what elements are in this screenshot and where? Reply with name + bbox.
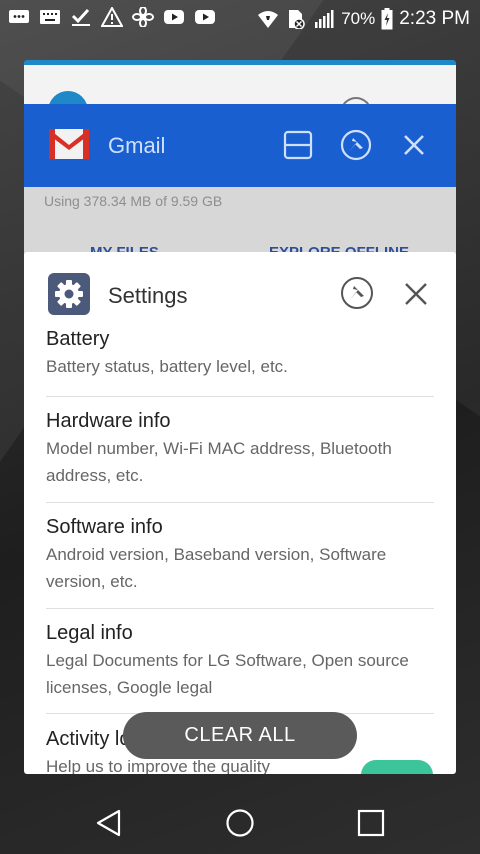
message-icon (9, 10, 29, 23)
status-bar: 70% 2:23 PM (0, 0, 480, 36)
divider (46, 396, 434, 397)
check-icon (71, 8, 90, 26)
back-icon[interactable] (94, 808, 124, 838)
close-icon[interactable] (402, 280, 430, 308)
list-item-subtitle: Legal Documents for LG Software, Open so… (46, 651, 409, 697)
list-item-title: Software info (46, 516, 163, 538)
list-item-hardware-info[interactable]: Hardware info Model number, Wi-Fi MAC ad… (46, 410, 434, 489)
settings-card-header: Settings (24, 252, 456, 332)
gmail-card-title: Gmail (108, 133, 166, 158)
navigation-bar (0, 790, 480, 854)
list-item-software-info[interactable]: Software info Android version, Baseband … (46, 516, 434, 595)
list-item-title: Hardware info (46, 410, 171, 432)
divider (46, 502, 434, 503)
youtube-icon (195, 10, 215, 24)
clear-all-button[interactable]: CLEAR ALL (123, 712, 357, 759)
warning-icon (101, 7, 123, 27)
settings-card-title: Settings (108, 283, 188, 308)
list-item-subtitle: Android version, Baseband version, Softw… (46, 545, 387, 591)
gear-icon (55, 280, 83, 308)
recent-app-card-gmail[interactable]: Gmail Using 378.34 MB of 9.59 GB MY FILE… (24, 104, 456, 274)
gmail-card-header: Gmail (24, 104, 456, 187)
recents-icon[interactable] (356, 808, 386, 838)
close-icon[interactable] (398, 129, 430, 161)
divider (46, 608, 434, 609)
settings-app-icon (48, 273, 90, 315)
pin-icon[interactable] (340, 129, 372, 161)
clock: 2:23 PM (399, 8, 470, 29)
signal-icon (315, 10, 334, 28)
gmail-logo-icon (49, 129, 89, 159)
pin-icon[interactable] (340, 276, 374, 310)
list-item-subtitle: Model number, Wi-Fi MAC address, Bluetoo… (46, 439, 392, 485)
list-item-battery[interactable]: Battery Battery status, battery level, e… (46, 328, 434, 380)
list-item-subtitle: Battery status, battery level, etc. (46, 357, 288, 376)
home-icon[interactable] (225, 808, 255, 838)
list-item-legal-info[interactable]: Legal info Legal Documents for LG Softwa… (46, 622, 434, 701)
keyboard-icon (40, 10, 60, 24)
activity-logs-toggle[interactable] (361, 760, 433, 774)
battery-percent: 70% (341, 9, 376, 28)
recent-app-card-settings[interactable]: Settings Battery Battery status, battery… (24, 252, 456, 774)
split-screen-icon[interactable] (282, 129, 314, 161)
wifi-icon (258, 11, 279, 28)
youtube-icon (164, 10, 184, 24)
list-item-title: Legal info (46, 622, 133, 644)
list-item-title: Battery (46, 328, 110, 350)
storage-usage-text: Using 378.34 MB of 9.59 GB (44, 193, 223, 209)
fan-icon (132, 7, 154, 27)
no-sim-icon (289, 10, 305, 29)
battery-charging-icon (381, 8, 393, 30)
